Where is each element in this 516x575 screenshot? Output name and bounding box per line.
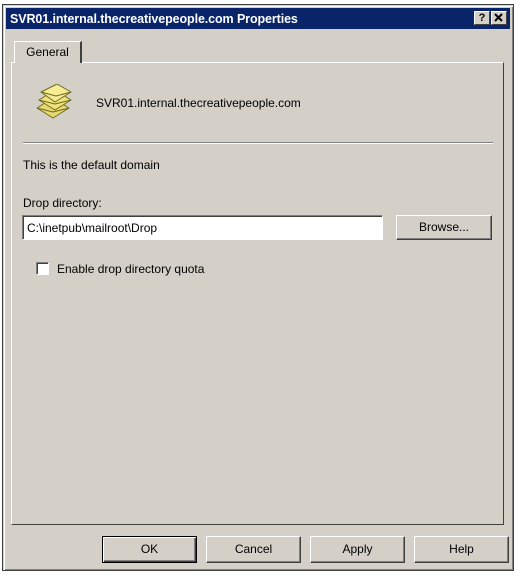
- tab-panel-general: [11, 62, 504, 525]
- ok-button[interactable]: OK: [102, 536, 197, 563]
- help-button[interactable]: Help: [414, 536, 509, 563]
- tab-general-label: General: [26, 45, 69, 59]
- drop-directory-label: Drop directory:: [23, 196, 102, 210]
- enable-quota-checkbox[interactable]: [36, 262, 49, 275]
- default-domain-text: This is the default domain: [23, 158, 160, 172]
- browse-button[interactable]: Browse...: [396, 215, 492, 240]
- enable-quota-label[interactable]: Enable drop directory quota: [57, 262, 204, 276]
- window-title: SVR01.internal.thecreativepeople.com Pro…: [10, 11, 298, 26]
- title-bar[interactable]: SVR01.internal.thecreativepeople.com Pro…: [6, 8, 510, 29]
- title-help-button[interactable]: ?: [474, 11, 490, 25]
- tab-general[interactable]: General: [14, 41, 82, 63]
- close-icon: [494, 13, 503, 22]
- title-close-button[interactable]: [491, 11, 507, 25]
- separator: [23, 142, 493, 144]
- apply-button[interactable]: Apply: [310, 536, 405, 563]
- domain-envelopes-icon: [36, 84, 72, 119]
- drop-directory-input[interactable]: [22, 215, 383, 240]
- cancel-button[interactable]: Cancel: [206, 536, 301, 563]
- domain-name: SVR01.internal.thecreativepeople.com: [96, 96, 301, 110]
